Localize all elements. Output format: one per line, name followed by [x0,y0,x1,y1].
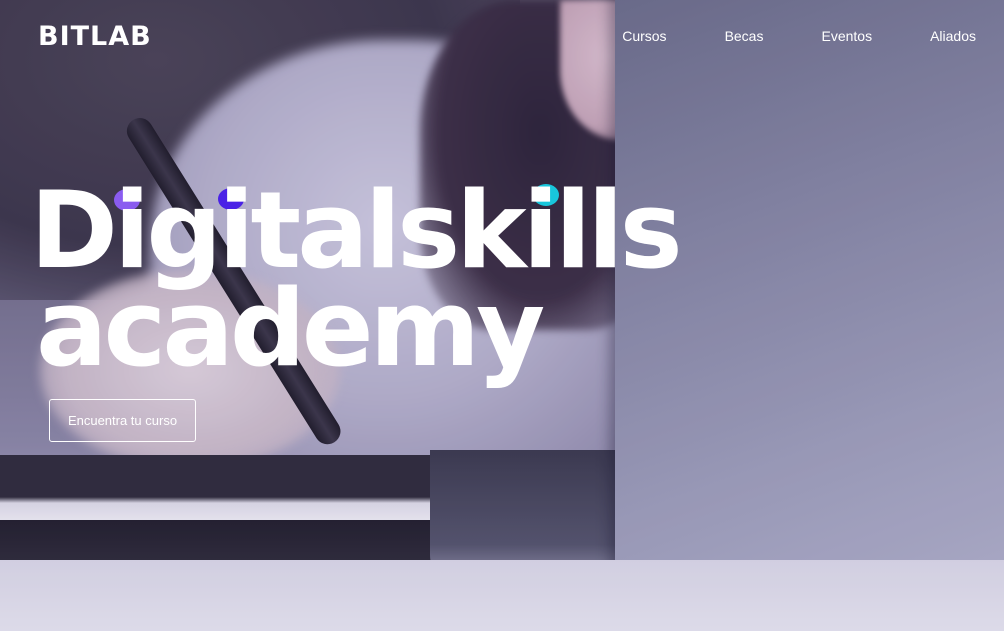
hero-section: BITLAB Cursos Becas Eventos Aliados Digi… [0,0,1004,631]
nav-item-eventos[interactable]: Eventos [821,28,872,44]
find-course-button[interactable]: Encuentra tu curso [49,399,196,442]
nav-item-cursos[interactable]: Cursos [622,28,666,44]
hero-headline: Digitalskills academy [30,169,683,390]
headline-line-2: academy [36,266,545,390]
headline-line-1: Digitalskills [30,169,683,292]
top-navigation: BITLAB Cursos Becas Eventos Aliados [0,0,1004,72]
main-menu: Cursos Becas Eventos Aliados [564,28,976,44]
nav-item-aliados[interactable]: Aliados [930,28,976,44]
nav-item-becas[interactable]: Becas [725,28,764,44]
bitlab-logo[interactable]: BITLAB [38,21,152,52]
